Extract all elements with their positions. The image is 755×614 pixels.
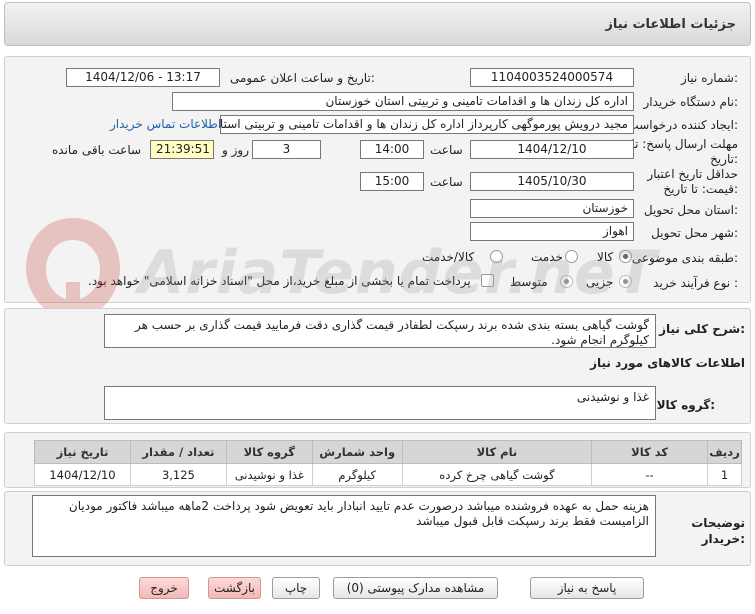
remaining-time-field: 21:39:51	[150, 140, 214, 159]
validity-time-label: ساعت	[430, 175, 463, 189]
goods-table: ردیف کد کالا نام کالا واحد شمارش گروه کا…	[34, 440, 742, 486]
category-option-goods: کالا	[597, 250, 614, 264]
buyer-notes-textarea: هزینه حمل به عهده فروشنده میباشد درصورت …	[32, 495, 656, 557]
reply-button[interactable]: پاسخ به نیاز	[530, 577, 644, 599]
validity-time-field: 15:00	[360, 172, 424, 191]
description-textarea: گوشت گیاهی بسته بندی شده برند رسپکت لطفا…	[104, 314, 656, 348]
col-group: گروه کالا	[225, 440, 313, 464]
goods-info-title: اطلاعات کالاهای مورد نیاز	[590, 356, 745, 370]
deadline-time-label: ساعت	[430, 143, 463, 157]
validity-label: حداقل تاریخ اعتبار	[647, 167, 738, 181]
col-quantity: تعداد / مقدار	[130, 440, 227, 464]
need-number-field: 1104003524000574	[470, 68, 634, 87]
process-radio-minor[interactable]	[619, 275, 632, 288]
deadline-time-field: 14:00	[360, 140, 424, 159]
goods-group-label: گروه کالا:	[656, 398, 715, 412]
need-number-label: شماره نیاز:	[680, 71, 738, 85]
view-documents-button[interactable]: مشاهده مدارک پیوستی (0)	[333, 577, 498, 599]
cell-name: گوشت گیاهی چرخ کرده	[401, 463, 593, 486]
process-option-medium: متوسط	[510, 275, 548, 289]
table-row: 1 -- گوشت گیاهی چرخ کرده کیلوگرم غذا و ن…	[34, 463, 742, 486]
buyer-contact-link[interactable]: اطلاعات تماس خریدار	[110, 117, 221, 131]
buyer-notes-label-2: خریدار:	[701, 532, 745, 546]
category-label: طبقه بندی موضوعی:	[631, 251, 738, 265]
cell-need-date: 1404/12/10	[34, 463, 131, 486]
category-option-service: خدمت	[531, 250, 563, 264]
category-radio-goods-service[interactable]	[490, 250, 503, 263]
col-unit: واحد شمارش	[311, 440, 403, 464]
buyer-org-label: نام دستگاه خریدار:	[643, 95, 739, 109]
cell-quantity: 3,125	[130, 463, 227, 486]
days-label: روز و	[222, 143, 249, 157]
col-name: نام کالا	[401, 440, 593, 464]
cell-unit: کیلوگرم	[311, 463, 403, 486]
remaining-time-label: ساعت باقی مانده	[52, 143, 142, 157]
description-label: شرح کلی نیاز:	[659, 322, 745, 336]
col-row: ردیف	[707, 440, 742, 464]
process-type-label: نوع فرآیند خرید :	[653, 276, 738, 290]
cell-group: غذا و نوشیدنی	[225, 463, 313, 486]
col-code: کد کالا	[591, 440, 709, 464]
cell-row: 1	[707, 463, 742, 486]
return-button[interactable]: بازگشت	[208, 577, 261, 599]
deadline-label: مهلت ارسال پاسخ: تا	[631, 137, 738, 151]
deadline-date-field: 1404/12/10	[470, 140, 634, 159]
col-need-date: تاریخ نیاز	[34, 440, 131, 464]
treasury-note: پرداخت تمام یا بخشی از مبلغ خرید،از محل …	[88, 274, 471, 288]
print-button[interactable]: چاپ	[272, 577, 320, 599]
page-header: جزئیات اطلاعات نیاز	[4, 2, 751, 46]
deadline-label-date: تاریخ:	[710, 152, 738, 166]
requester-label: ایجاد کننده درخواست:	[627, 118, 738, 132]
requester-field: مجید درویش پورموگهی کارپرداز اداره کل زن…	[220, 115, 634, 134]
treasury-checkbox[interactable]	[481, 274, 494, 287]
goods-group-field: غذا و نوشیدنی	[104, 386, 656, 420]
city-label: شهر محل تحویل:	[651, 226, 738, 240]
table-header-row: ردیف کد کالا نام کالا واحد شمارش گروه کا…	[34, 440, 742, 464]
city-field: اهواز	[470, 222, 634, 241]
process-radio-medium[interactable]	[560, 275, 573, 288]
process-option-minor: جزیی	[586, 275, 614, 289]
category-radio-goods[interactable]	[619, 250, 632, 263]
province-label: استان محل تحویل:	[643, 203, 738, 217]
exit-button[interactable]: خروج	[139, 577, 189, 599]
buyer-org-field: اداره کل زندان ها و اقدامات تامینی و ترب…	[172, 92, 634, 111]
days-remaining-field: 3	[252, 140, 321, 159]
validity-label-date: قیمت: تا تاریخ:	[663, 182, 738, 196]
category-radio-service[interactable]	[565, 250, 578, 263]
page-title: جزئیات اطلاعات نیاز	[605, 17, 736, 32]
category-option-goods-service: کالا/خدمت	[422, 250, 475, 264]
announce-datetime-field: 1404/12/06 - 13:17	[66, 68, 220, 87]
cell-code: --	[591, 463, 709, 486]
province-field: خوزستان	[470, 199, 634, 218]
buyer-notes-label: توضیحات	[691, 516, 745, 530]
validity-date-field: 1405/10/30	[470, 172, 634, 191]
announce-datetime-label: تاریخ و ساعت اعلان عمومی:	[230, 71, 375, 85]
